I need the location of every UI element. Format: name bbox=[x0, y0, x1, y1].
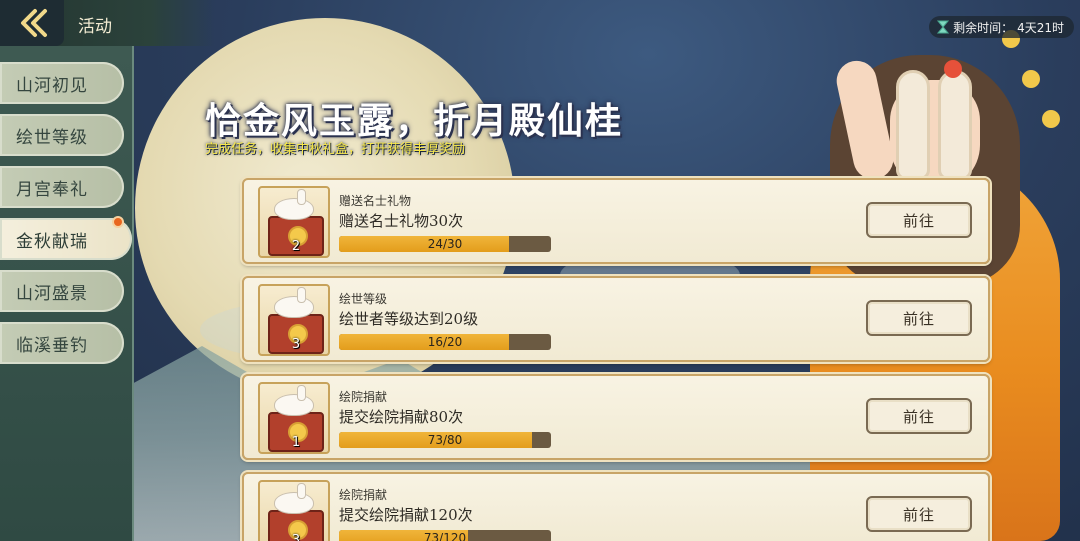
event-subline: 完成任务，收集中秋礼盒，打开获得丰厚奖励 bbox=[205, 142, 466, 157]
task-progress-bar: 16/20 bbox=[339, 334, 551, 350]
notification-dot bbox=[112, 216, 124, 228]
task-category: 绘院捐献 bbox=[339, 488, 388, 502]
task-progress-bar: 73/120 bbox=[339, 530, 551, 541]
sidebar-item-label: 山河盛景 bbox=[16, 283, 88, 304]
go-button[interactable]: 前往 bbox=[866, 398, 972, 434]
rabbit-icon bbox=[274, 385, 314, 416]
reward-gift-box[interactable]: 1 bbox=[258, 382, 330, 454]
remaining-time-value: 4天21时 bbox=[1017, 20, 1064, 35]
page-title: 活动 bbox=[78, 17, 112, 37]
task-progress-bar: 24/30 bbox=[339, 236, 551, 252]
task-card: 1 绘院捐献 提交绘院捐献80次 73/80 前往 bbox=[242, 374, 990, 460]
back-button[interactable] bbox=[0, 0, 64, 46]
reward-gift-box[interactable]: 2 bbox=[258, 186, 330, 258]
remaining-time-badge: 剩余时间： 4天21时 bbox=[929, 16, 1074, 38]
task-description: 赠送名士礼物30次 bbox=[339, 212, 464, 230]
sidebar-item-label: 金秋献瑞 bbox=[16, 231, 88, 252]
reward-count: 2 bbox=[291, 239, 301, 254]
task-progress-text: 73/120 bbox=[423, 531, 467, 541]
task-category: 赠送名士礼物 bbox=[339, 194, 412, 208]
reward-gift-box[interactable]: 3 bbox=[258, 480, 330, 541]
sidebar-item-yuegong-fengli[interactable]: 月宫奉礼 bbox=[0, 166, 124, 208]
reward-count: 3 bbox=[291, 533, 301, 541]
go-button[interactable]: 前往 bbox=[866, 300, 972, 336]
rabbit-icon bbox=[274, 189, 314, 220]
task-card: 2 赠送名士礼物 赠送名士礼物30次 24/30 前往 bbox=[242, 178, 990, 264]
sidebar-item-label: 绘世等级 bbox=[16, 127, 88, 148]
task-progress-bar: 73/80 bbox=[339, 432, 551, 448]
task-description: 提交绘院捐献120次 bbox=[339, 506, 473, 524]
sidebar-item-jinqiu-xianrui[interactable]: 金秋献瑞 bbox=[0, 216, 132, 260]
go-button[interactable]: 前往 bbox=[866, 202, 972, 238]
go-button[interactable]: 前往 bbox=[866, 496, 972, 532]
task-progress-text: 73/80 bbox=[427, 433, 463, 447]
event-headline: 恰金风玉露，折月殿仙桂 bbox=[205, 100, 624, 142]
task-description: 提交绘院捐献80次 bbox=[339, 408, 464, 426]
remaining-time-label: 剩余时间： bbox=[953, 20, 1014, 35]
sidebar-item-shanhe-chujian[interactable]: 山河初见 bbox=[0, 62, 124, 104]
sidebar-item-linxi-chuidiao[interactable]: 临溪垂钓 bbox=[0, 322, 124, 364]
rabbit-icon bbox=[274, 287, 314, 318]
sidebar-item-huishi-dengji[interactable]: 绘世等级 bbox=[0, 114, 124, 156]
sidebar-item-shanhe-shengjing[interactable]: 山河盛景 bbox=[0, 270, 124, 312]
reward-count: 1 bbox=[291, 435, 301, 450]
task-card: 3 绘世等级 绘世者等级达到20级 16/20 前往 bbox=[242, 276, 990, 362]
sidebar-item-label: 月宫奉礼 bbox=[16, 179, 88, 200]
task-category: 绘世等级 bbox=[339, 292, 388, 306]
reward-count: 3 bbox=[291, 337, 301, 352]
hourglass-icon bbox=[937, 20, 950, 34]
task-progress-text: 16/20 bbox=[427, 335, 463, 349]
sidebar-item-label: 山河初见 bbox=[16, 75, 88, 96]
sidebar-item-label: 临溪垂钓 bbox=[16, 335, 88, 356]
back-arrow-icon bbox=[21, 9, 47, 37]
task-progress-text: 24/30 bbox=[427, 237, 463, 251]
rabbit-icon bbox=[274, 483, 314, 514]
task-card: 3 绘院捐献 提交绘院捐献120次 73/120 前往 bbox=[242, 472, 990, 541]
activity-sidebar: 山河初见 绘世等级 月宫奉礼 金秋献瑞 山河盛景 临溪垂钓 bbox=[0, 46, 134, 541]
task-description: 绘世者等级达到20级 bbox=[339, 310, 479, 328]
task-category: 绘院捐献 bbox=[339, 390, 388, 404]
reward-gift-box[interactable]: 3 bbox=[258, 284, 330, 356]
